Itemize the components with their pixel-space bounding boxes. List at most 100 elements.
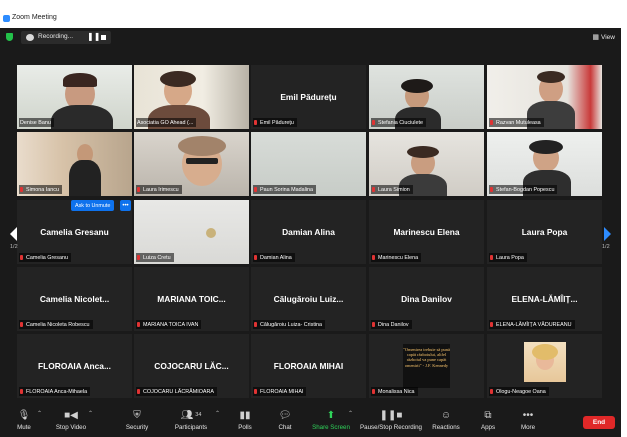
muted-mic-icon [372, 322, 375, 327]
microphone-icon: 🎙︎ [17, 409, 31, 421]
security-button[interactable]: ⛨ Security [111, 408, 163, 432]
muted-mic-icon [490, 322, 493, 327]
video-tile-floroaia-anca[interactable]: FLOROAIA Anca... FLOROAIA Anca-Mihaela [17, 334, 132, 398]
video-tile-stefania-ciuciulete[interactable]: Stefania Ciuciulete [369, 65, 484, 129]
video-tile-luiza-cretu[interactable]: Luiza Cretu [134, 200, 249, 264]
profile-photo [524, 342, 566, 382]
video-tile-laura-irimescu[interactable]: Laura Irimescu [134, 132, 249, 196]
video-tile-go-ahead[interactable]: Asociatia GO Ahead (... [134, 65, 249, 129]
video-tile-elena-vadureanu[interactable]: ELENA-LĂMÎIȚ... ELENA-LĂMÎIȚA VĂDUREANU [487, 267, 602, 331]
participants-icon: 👥︎ 34 [180, 409, 202, 421]
participant-name-tag: MARIANA TOICA IVAN [136, 320, 202, 329]
participant-hair [407, 146, 439, 158]
pause-recording-icon[interactable]: ❚❚ [87, 32, 100, 41]
muted-mic-icon [20, 322, 23, 327]
participant-name: FLOROAIA MIHAI [260, 388, 304, 395]
share-arrow-icon: ⬆ [326, 409, 336, 421]
participants-button[interactable]: 👥︎ 34 Participants [165, 408, 217, 432]
participant-name-tag: Ologu-Neagoe Oana [489, 387, 549, 396]
zoom-logo-icon [3, 15, 10, 22]
view-button[interactable]: ▦ View [592, 31, 615, 43]
share-options-chevron-icon[interactable]: ⌃ [348, 410, 353, 417]
recording-label: Recording... [38, 33, 74, 40]
audio-options-chevron-icon[interactable]: ⌃ [37, 410, 42, 417]
participant-name-tag: Laura Irimescu [136, 185, 182, 194]
chat-button[interactable]: 💬︎ Chat [259, 408, 311, 432]
video-tile-ologu-neagoe-oana[interactable]: Ologu-Neagoe Oana [487, 334, 602, 398]
muted-mic-icon [254, 120, 257, 125]
meeting-window: Recording... ❚❚ ▦ View Denise Banu Asoci… [0, 28, 621, 437]
video-tile-stefan-bogdan-popescu[interactable]: Stefan-Bogdan Popescu [487, 132, 602, 196]
ask-to-unmute-button[interactable]: Ask to Unmute [71, 200, 115, 211]
participants-count: 34 [195, 412, 202, 418]
video-tile-calugaroiu-luiza[interactable]: Călugăroiu Luiz... Călugăroiu Luiza- Cri… [251, 267, 366, 331]
muted-mic-icon [490, 389, 493, 394]
participant-name-tag: Stefan-Bogdan Popescu [489, 185, 558, 194]
participant-name-tag: Simona Iancu [19, 185, 62, 194]
headphones-icon [529, 140, 563, 154]
participant-big-name: Camelia Nicolet... [39, 294, 110, 304]
stop-recording-icon[interactable] [101, 35, 106, 40]
participant-big-name: COJOCARU LĂC... [154, 361, 229, 371]
video-tile-paun-sorina[interactable]: Paun Sorina Madalina [251, 132, 366, 196]
participant-big-name: ELENA-LĂMÎIȚ... [511, 294, 578, 304]
tile-more-button[interactable]: ••• [120, 200, 131, 211]
participant-big-name: FLOROAIA Anca... [38, 361, 111, 371]
participant-name-tag: Asociatia GO Ahead (... [136, 118, 197, 127]
participant-name-tag: Paun Sorina Madalina [253, 185, 317, 194]
shield-icon: ⛨ [133, 409, 141, 421]
participant-body [69, 160, 101, 196]
pause-stop-recording-button[interactable]: ❚❚■ Pause/Stop Recording [360, 408, 422, 432]
muted-mic-icon [137, 389, 140, 394]
participant-name: Asociatia GO Ahead (... [137, 119, 194, 126]
participant-name: Laura Simion [378, 186, 410, 193]
record-label: Pause/Stop Recording [360, 424, 422, 431]
video-tile-emil-paduretu[interactable]: Emil Pădurețu Emil Pădurețu [251, 65, 366, 129]
video-tile-simona-iancu[interactable]: Simona Iancu [17, 132, 132, 196]
video-tile-laura-popa[interactable]: Laura Popa Laura Popa [487, 200, 602, 264]
participant-name: Camelia Nicoleta Robescu [26, 321, 90, 328]
video-tile-dina-danilov[interactable]: Dina Danilov Dina Danilov [369, 267, 484, 331]
page-indicator-right: 1/2 [602, 244, 610, 250]
video-options-chevron-icon[interactable]: ⌃ [88, 410, 93, 417]
next-page-arrow-icon[interactable] [604, 227, 611, 241]
cloud-record-icon [26, 34, 34, 41]
participant-name-tag: Laura Popa [489, 253, 527, 262]
video-tile-camelia-nicoleta-robescu[interactable]: Camelia Nicolet... Camelia Nicoleta Robe… [17, 267, 132, 331]
mute-button[interactable]: 🎙︎ Mute [0, 408, 50, 432]
end-meeting-button[interactable]: End [583, 416, 615, 429]
video-tile-marinescu-elena[interactable]: Marinescu Elena Marinescu Elena [369, 200, 484, 264]
video-tile-laura-simion[interactable]: Laura Simion [369, 132, 484, 196]
profile-quote-image: "Omenirea trebuie să pună capăt războiul… [403, 344, 450, 388]
muted-mic-icon [20, 255, 23, 260]
participant-name-tag: Camelia Gresanu [19, 253, 71, 262]
participant-name: Camelia Gresanu [26, 254, 68, 261]
video-tile-denise-banu[interactable]: Denise Banu [17, 65, 132, 129]
window-title: Zoom Meeting [12, 14, 57, 21]
apps-label: Apps [480, 424, 496, 431]
view-label: View [601, 33, 615, 41]
participant-name-tag: Monalissa Nica [371, 387, 418, 396]
participant-name: Ologu-Neagoe Oana [496, 388, 546, 395]
participant-name-tag: Emil Pădurețu [253, 118, 297, 127]
security-shield-icon[interactable] [6, 33, 13, 41]
participant-name-tag: Călugăroiu Luiza- Cristina [253, 320, 326, 329]
previous-page-arrow-icon[interactable] [10, 227, 17, 241]
chat-label: Chat [278, 424, 292, 431]
participant-name: Laura Popa [496, 254, 524, 261]
participant-name: FLOROAIA Anca-Mihaela [26, 388, 88, 395]
muted-mic-icon [490, 120, 493, 125]
participant-hair [160, 71, 196, 87]
video-tile-floroaia-mihai[interactable]: FLOROAIA MIHAI FLOROAIA MIHAI [251, 334, 366, 398]
more-button[interactable]: ••• More [502, 408, 554, 432]
video-tile-mariana-toica-ivan[interactable]: MARIANA TOIC... MARIANA TOICA IVAN [134, 267, 249, 331]
video-tile-monalissa-nica[interactable]: "Omenirea trebuie să pună capăt războiul… [369, 334, 484, 398]
participant-big-name: Emil Pădurețu [280, 92, 337, 102]
headphones-icon [401, 79, 433, 93]
video-tile-razvan-mutuleasa[interactable]: Razvan Mutuleasa [487, 65, 602, 129]
video-tile-cojocaru-lacramioara[interactable]: COJOCARU LĂC... COJOCARU LĂCRĂMIOARA [134, 334, 249, 398]
ellipsis-icon: ••• [522, 409, 534, 421]
participant-name-tag: Razvan Mutuleasa [489, 118, 544, 127]
reactions-label: Reactions [432, 424, 460, 431]
video-tile-damian-alina[interactable]: Damian Alina Damian Alina [251, 200, 366, 264]
